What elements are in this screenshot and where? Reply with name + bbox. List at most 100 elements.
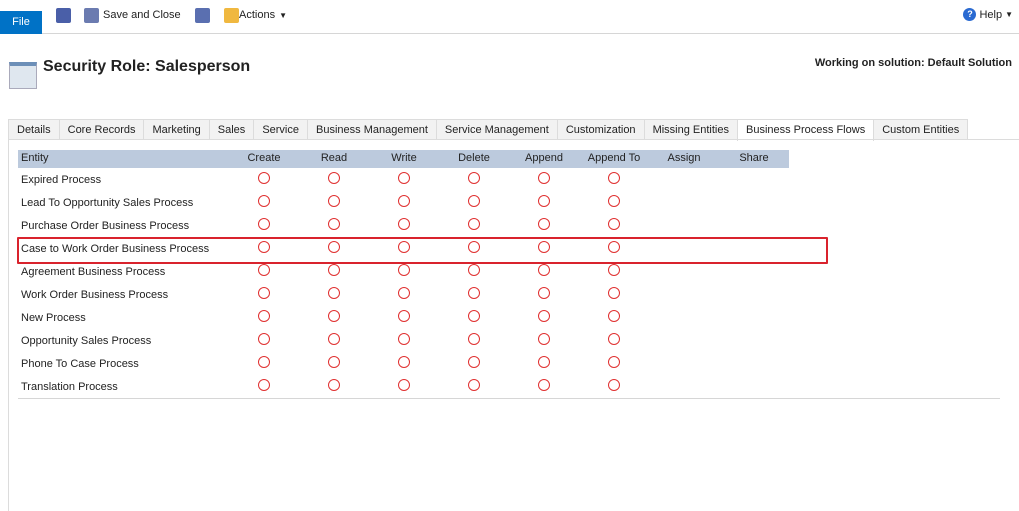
tab-sales[interactable]: Sales: [208, 119, 255, 140]
privilege-none-indicator[interactable]: [538, 195, 550, 207]
privilege-none-indicator[interactable]: [398, 333, 410, 345]
privilege-none-indicator[interactable]: [608, 333, 620, 345]
privilege-none-indicator[interactable]: [328, 356, 340, 368]
chevron-down-icon: ▼: [279, 10, 287, 20]
privilege-none-indicator[interactable]: [398, 287, 410, 299]
row-entity-name: Translation Process: [21, 381, 118, 393]
column-header: Create: [247, 152, 281, 164]
privilege-none-indicator[interactable]: [538, 356, 550, 368]
privilege-none-indicator[interactable]: [608, 264, 620, 276]
save-button[interactable]: [56, 6, 71, 24]
column-header: Entity: [21, 152, 49, 164]
privilege-none-indicator[interactable]: [468, 218, 480, 230]
privilege-none-indicator[interactable]: [538, 172, 550, 184]
privilege-none-indicator[interactable]: [328, 310, 340, 322]
row-entity-name: Work Order Business Process: [21, 289, 169, 301]
privilege-none-indicator[interactable]: [468, 356, 480, 368]
privilege-none-indicator[interactable]: [398, 379, 410, 391]
column-header: Append To: [587, 152, 641, 164]
row-entity-name: Lead To Opportunity Sales Process: [21, 197, 194, 209]
actions-button[interactable]: Actions ▼: [224, 6, 287, 24]
privilege-none-indicator[interactable]: [398, 264, 410, 276]
toolbar: File Save and Close Actions ▼ ? Help ▼: [0, 0, 1019, 34]
privilege-none-indicator[interactable]: [328, 264, 340, 276]
privilege-none-indicator[interactable]: [608, 287, 620, 299]
privilege-none-indicator[interactable]: [328, 195, 340, 207]
privilege-none-indicator[interactable]: [328, 218, 340, 230]
tab-service-management[interactable]: Service Management: [435, 119, 558, 140]
privilege-none-indicator[interactable]: [328, 333, 340, 345]
privilege-none-indicator[interactable]: [258, 287, 270, 299]
privilege-none-indicator[interactable]: [468, 264, 480, 276]
column-header: Delete: [458, 152, 490, 164]
privilege-none-indicator[interactable]: [468, 333, 480, 345]
highlight-box: [17, 237, 828, 264]
tab-business-management[interactable]: Business Management: [307, 119, 437, 140]
privilege-none-indicator[interactable]: [258, 310, 270, 322]
row-entity-name: Phone To Case Process: [21, 358, 139, 370]
actions-icon: [224, 7, 239, 23]
chevron-down-icon: ▼: [1005, 10, 1013, 19]
save-close-icon: [84, 7, 99, 23]
privilege-none-indicator[interactable]: [328, 287, 340, 299]
column-header: Share: [739, 152, 769, 164]
privilege-none-indicator[interactable]: [608, 356, 620, 368]
privilege-none-indicator[interactable]: [468, 172, 480, 184]
column-header: Read: [320, 152, 348, 164]
actions-label: Actions: [239, 9, 276, 21]
privilege-none-indicator[interactable]: [468, 310, 480, 322]
tab-service[interactable]: Service: [253, 119, 308, 140]
privilege-none-indicator[interactable]: [468, 379, 480, 391]
tab-bar: Details Core Records Marketing Sales Service…: [8, 119, 969, 141]
row-entity-name: Agreement Business Process: [21, 266, 166, 278]
privilege-none-indicator[interactable]: [538, 218, 550, 230]
privilege-none-indicator[interactable]: [398, 310, 410, 322]
tab-details[interactable]: Details: [8, 119, 60, 140]
privilege-none-indicator[interactable]: [398, 356, 410, 368]
privilege-none-indicator[interactable]: [538, 264, 550, 276]
privilege-none-indicator[interactable]: [258, 379, 270, 391]
row-entity-name: Purchase Order Business Process: [21, 220, 190, 232]
page-title: Security Role: Salesperson: [43, 58, 251, 75]
save-and-close-button[interactable]: Save and Close: [84, 6, 181, 24]
privilege-none-indicator[interactable]: [258, 356, 270, 368]
save-icon: [56, 7, 71, 23]
privilege-none-indicator[interactable]: [258, 264, 270, 276]
row-entity-name: Expired Process: [21, 174, 102, 186]
privilege-none-indicator[interactable]: [258, 195, 270, 207]
privilege-none-indicator[interactable]: [608, 310, 620, 322]
privilege-none-indicator[interactable]: [398, 172, 410, 184]
privilege-none-indicator[interactable]: [538, 379, 550, 391]
privilege-none-indicator[interactable]: [398, 218, 410, 230]
privilege-none-indicator[interactable]: [258, 172, 270, 184]
tab-marketing[interactable]: Marketing: [143, 119, 210, 140]
row-entity-name: Opportunity Sales Process: [21, 335, 152, 347]
help-icon: ?: [963, 8, 977, 21]
privilege-none-indicator[interactable]: [468, 195, 480, 207]
privilege-none-indicator[interactable]: [608, 195, 620, 207]
privilege-none-indicator[interactable]: [538, 287, 550, 299]
tab-missing-entities[interactable]: Missing Entities: [643, 119, 738, 140]
file-button[interactable]: File: [0, 11, 42, 34]
tab-custom-entities[interactable]: Custom Entities: [873, 119, 969, 140]
privilege-none-indicator[interactable]: [398, 195, 410, 207]
privilege-none-indicator[interactable]: [258, 218, 270, 230]
save-as-button[interactable]: [195, 6, 210, 24]
tab-business-process-flows[interactable]: Business Process Flows: [736, 119, 875, 141]
privilege-none-indicator[interactable]: [608, 379, 620, 391]
privilege-none-indicator[interactable]: [468, 287, 480, 299]
tab-customization[interactable]: Customization: [556, 119, 645, 140]
privilege-none-indicator[interactable]: [538, 310, 550, 322]
privilege-none-indicator[interactable]: [608, 218, 620, 230]
privilege-none-indicator[interactable]: [608, 172, 620, 184]
tab-panel: [8, 139, 1019, 511]
help-button[interactable]: ? Help ▼: [963, 8, 1013, 21]
security-role-icon: [9, 62, 37, 89]
privilege-none-indicator[interactable]: [328, 379, 340, 391]
row-entity-name: New Process: [21, 312, 86, 324]
privilege-none-indicator[interactable]: [258, 333, 270, 345]
privilege-none-indicator[interactable]: [328, 172, 340, 184]
tab-core-records[interactable]: Core Records: [58, 119, 145, 140]
column-header: Write: [391, 152, 417, 164]
privilege-none-indicator[interactable]: [538, 333, 550, 345]
